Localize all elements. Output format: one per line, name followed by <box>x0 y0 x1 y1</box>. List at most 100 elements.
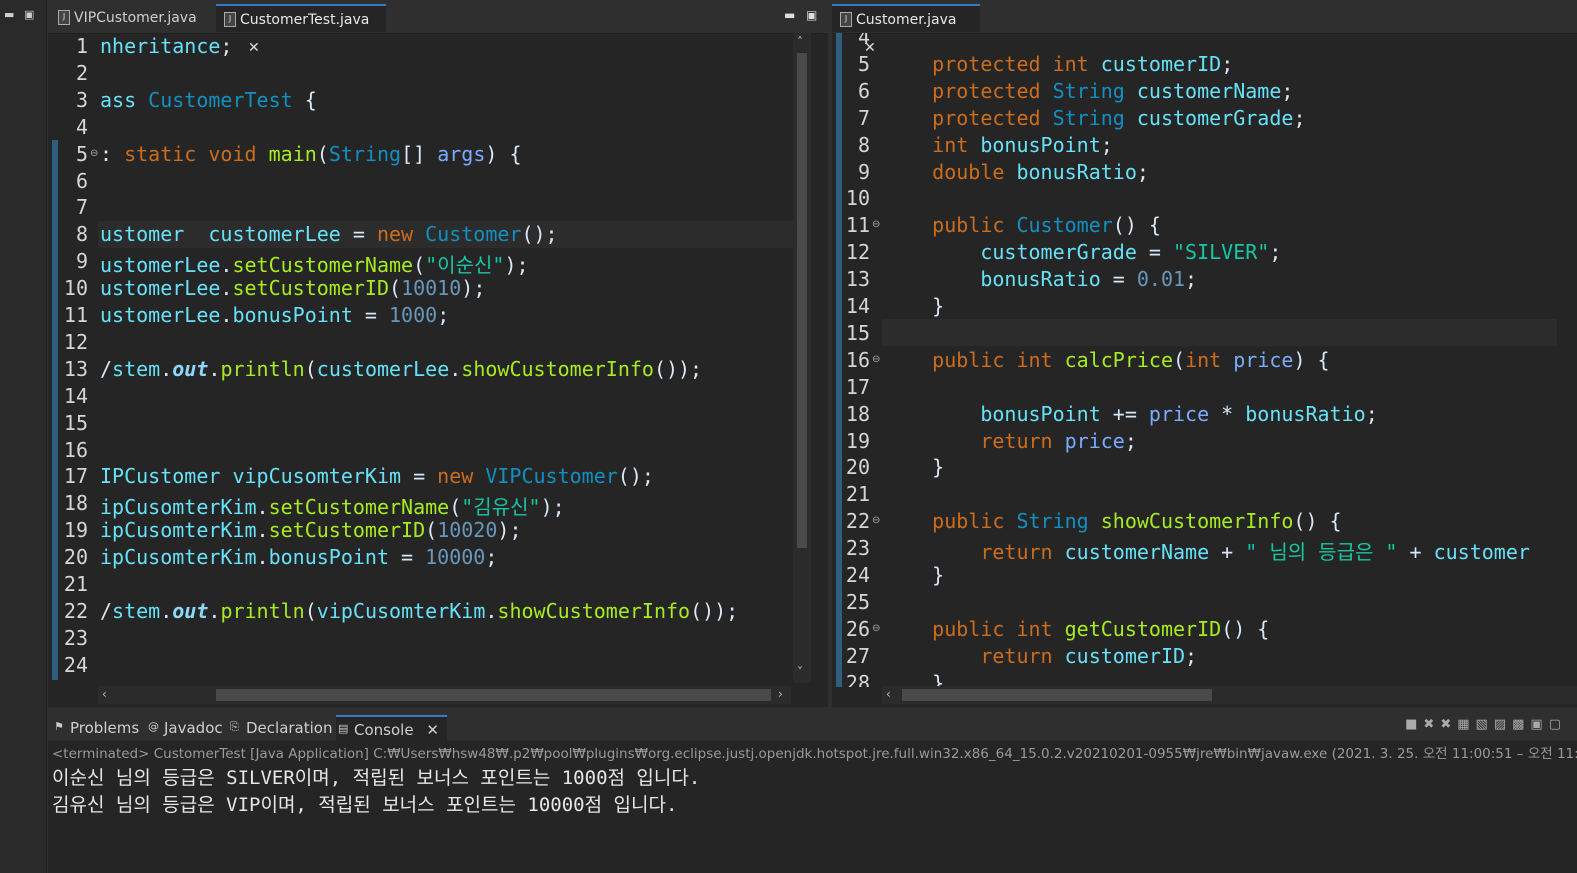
code-line[interactable]: bonusPoint += price * bonusRatio; <box>884 402 1377 426</box>
tab-console[interactable]: ▤ Console ✕ <box>336 715 447 743</box>
code-line[interactable]: public String showCustomerInfo() { <box>884 509 1341 533</box>
line-number: 21 <box>63 572 88 596</box>
tab-vipcustomer-java[interactable]: J VIPCustomer.java <box>50 4 210 32</box>
code-line[interactable]: /stem.out.println(customerLee.showCustom… <box>100 357 702 381</box>
scroll-left-icon[interactable]: ‹ <box>886 687 891 701</box>
scroll-lock-icon[interactable]: ▧ <box>1476 717 1494 732</box>
clear-console-icon[interactable]: ▦ <box>1457 717 1475 732</box>
line-number: 26 <box>845 616 870 641</box>
code-line[interactable]: protected int customerID; <box>884 52 1233 76</box>
code-area[interactable]: 1 nheritance; 2 3 ass CustomerTest {4 5 ⊖: sta… <box>48 33 828 687</box>
code-line[interactable]: : static void main(String[] args) { <box>100 142 522 166</box>
line-number: 14 <box>845 294 870 318</box>
code-line[interactable]: ustomer customerLee = new Customer(); <box>100 222 558 246</box>
scroll-down-icon[interactable]: ˅ <box>797 665 803 679</box>
console-output-line[interactable]: 이순신 님의 등급은 SILVER이며, 적립된 보너스 포인트는 1000점 … <box>52 763 700 790</box>
line-number: 28 <box>845 670 870 687</box>
line-number: 15 <box>845 320 870 345</box>
code-area[interactable]: 4 5 protected int customerID; 6 protected … <box>832 33 1577 687</box>
code-line[interactable]: } <box>884 563 944 587</box>
tab-label: CustomerTest.java <box>240 12 370 28</box>
java-file-icon: J <box>58 10 70 25</box>
tab-customer-java[interactable]: J Customer.java ✕ <box>832 4 980 56</box>
code-line[interactable]: return customerName + " 님의 등급은 " + custo… <box>884 536 1530 565</box>
display-console-icon[interactable]: ▣ <box>1530 717 1548 732</box>
code-line[interactable]: return price; <box>884 429 1137 453</box>
minimize-icon[interactable]: ▬ <box>784 8 795 22</box>
fold-icon[interactable]: ⊖ <box>90 148 98 159</box>
minimize-icon[interactable]: ▬ <box>4 8 14 21</box>
code-line[interactable]: double bonusRatio; <box>884 160 1149 184</box>
line-number: 12 <box>845 240 870 265</box>
line-number: 4 <box>75 114 88 139</box>
console-toolbar: ■✖✖▦▧▨▩▣▢ <box>1405 717 1567 732</box>
code-line[interactable]: ustomerLee.setCustomerName("이순신"); <box>100 249 529 278</box>
tab-label: Console <box>354 721 414 739</box>
scroll-left-icon[interactable]: ‹ <box>102 687 107 701</box>
scroll-right-icon[interactable]: › <box>778 687 783 701</box>
code-line[interactable]: protected String customerName; <box>884 79 1293 103</box>
code-line[interactable]: int bonusPoint; <box>884 133 1113 157</box>
code-line[interactable]: IPCustomer vipCusomterKim = new VIPCusto… <box>100 464 654 488</box>
fold-icon[interactable]: ⊖ <box>872 623 880 634</box>
word-wrap-icon[interactable]: ▨ <box>1494 717 1512 732</box>
fold-icon[interactable]: ⊖ <box>872 515 880 526</box>
code-line[interactable]: ipCusomterKim.setCustomerID(10020); <box>100 518 522 542</box>
code-line[interactable]: ustomerLee.bonusPoint = 1000; <box>100 303 449 327</box>
new-console-icon[interactable]: ▢ <box>1549 717 1567 732</box>
code-line[interactable]: ipCusomterKim.setCustomerName("김유신"); <box>100 491 565 520</box>
scrollbar-thumb[interactable] <box>797 53 807 548</box>
code-line[interactable]: ipCusomterKim.bonusPoint = 10000; <box>100 545 497 569</box>
console-output-line[interactable]: 김유신 님의 등급은 VIP이며, 적립된 보너스 포인트는 10000점 입니… <box>52 790 677 817</box>
code-line[interactable]: } <box>884 455 944 479</box>
code-line[interactable]: public int calcPrice(int price) { <box>884 348 1329 372</box>
scrollbar-thumb[interactable] <box>216 689 771 701</box>
horizontal-scrollbar[interactable]: ‹ › <box>98 686 791 704</box>
line-number: 8 <box>75 222 88 247</box>
line-number: 17 <box>63 464 88 489</box>
javadoc-icon: @ <box>148 720 159 733</box>
tab-customertest-java[interactable]: J CustomerTest.java ✕ <box>216 4 386 56</box>
remove-all-icon[interactable]: ✖ <box>1440 717 1457 732</box>
code-line[interactable]: public Customer() { <box>884 213 1161 237</box>
code-line[interactable]: public int getCustomerID() { <box>884 617 1269 641</box>
line-number: 23 <box>845 536 870 561</box>
code-line[interactable]: /stem.out.println(vipCusomterKim.showCus… <box>100 599 738 623</box>
terminate-icon[interactable]: ■ <box>1405 717 1423 732</box>
code-line[interactable]: nheritance; <box>100 34 232 58</box>
vertical-scrollbar[interactable]: ˄ ˅ <box>793 33 811 683</box>
code-line[interactable]: ustomerLee.setCustomerID(10010); <box>100 276 485 300</box>
line-number: 16 <box>845 347 870 372</box>
code-line[interactable]: customerGrade = "SILVER"; <box>884 240 1281 264</box>
line-number: 3 <box>75 87 88 112</box>
console-tabbar: ⚑ Problems @ Javadoc ⎘ Declaration ▤ Con… <box>48 711 1577 743</box>
close-icon[interactable]: ✕ <box>426 721 439 739</box>
line-number: 9 <box>75 249 88 274</box>
code-line[interactable]: bonusRatio = 0.01; <box>884 267 1197 291</box>
current-line-highlight <box>882 319 1557 346</box>
tab-declaration[interactable]: ⎘ Declaration <box>228 715 332 741</box>
code-line[interactable]: return customerID; <box>884 644 1197 668</box>
line-number: 5 <box>75 141 88 166</box>
code-line[interactable]: } <box>884 294 944 318</box>
horizontal-scrollbar[interactable]: ‹ <box>882 686 1577 704</box>
tab-label: VIPCustomer.java <box>74 10 197 26</box>
tab-problems[interactable]: ⚑ Problems <box>52 715 139 741</box>
line-number: 9 <box>857 159 870 184</box>
maximize-icon[interactable]: ▣ <box>24 8 34 21</box>
line-number: 18 <box>845 401 870 426</box>
code-line[interactable]: ass CustomerTest { <box>100 88 317 112</box>
scrollbar-thumb[interactable] <box>902 689 1212 701</box>
maximize-icon[interactable]: ▣ <box>806 8 817 22</box>
tab-javadoc[interactable]: @ Javadoc <box>146 715 223 741</box>
code-line[interactable]: protected String customerGrade; <box>884 106 1305 130</box>
fold-icon[interactable]: ⊖ <box>872 219 880 230</box>
code-line[interactable]: } <box>884 671 944 687</box>
window-strip: ▬ ▣ <box>0 0 47 873</box>
scroll-up-icon[interactable]: ˄ <box>797 35 803 49</box>
line-number: 21 <box>845 482 870 507</box>
fold-icon[interactable]: ⊖ <box>872 354 880 365</box>
remove-launch-icon[interactable]: ✖ <box>1423 717 1440 732</box>
pin-console-icon[interactable]: ▩ <box>1512 717 1530 732</box>
line-number: 1 <box>75 34 88 58</box>
